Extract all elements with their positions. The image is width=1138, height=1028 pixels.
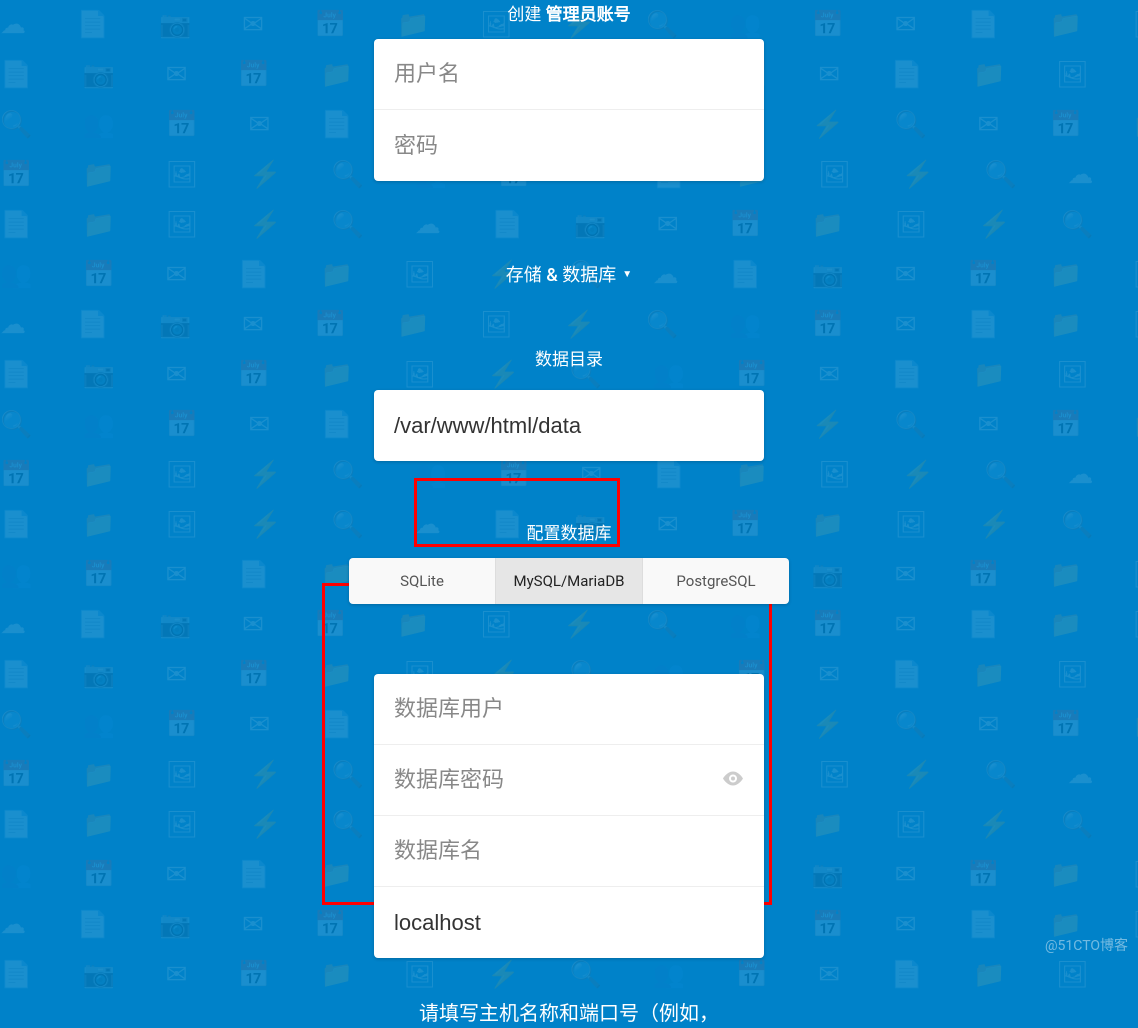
db-host-input[interactable] [394,910,744,936]
host-note: 请填写主机名称和端口号（例如， [419,998,719,1028]
data-dir-input[interactable] [394,413,744,439]
storage-db-toggle[interactable]: 存储 & 数据库 ▼ [506,261,632,287]
db-name-input[interactable] [394,838,744,864]
admin-title: 创建 管理员账号 [507,0,630,25]
watermark: @51CTO博客 [1045,935,1128,955]
data-dir-box [374,390,764,461]
caret-down-icon: ▼ [622,269,632,280]
admin-input-box [374,39,764,181]
db-fields-box [374,674,764,958]
tab-sqlite[interactable]: SQLite [349,558,496,604]
tab-postgres[interactable]: PostgreSQL [643,558,789,604]
db-config-label: 配置数据库 [527,519,612,544]
data-dir-label: 数据目录 [535,345,603,370]
admin-password-input[interactable] [394,133,744,159]
tab-mysql[interactable]: MySQL/MariaDB [496,558,643,604]
eye-icon[interactable] [722,770,744,791]
db-password-input[interactable] [394,767,744,793]
admin-username-input[interactable] [394,61,744,87]
db-type-tabs: SQLite MySQL/MariaDB PostgreSQL [349,558,789,604]
db-user-input[interactable] [394,696,744,722]
